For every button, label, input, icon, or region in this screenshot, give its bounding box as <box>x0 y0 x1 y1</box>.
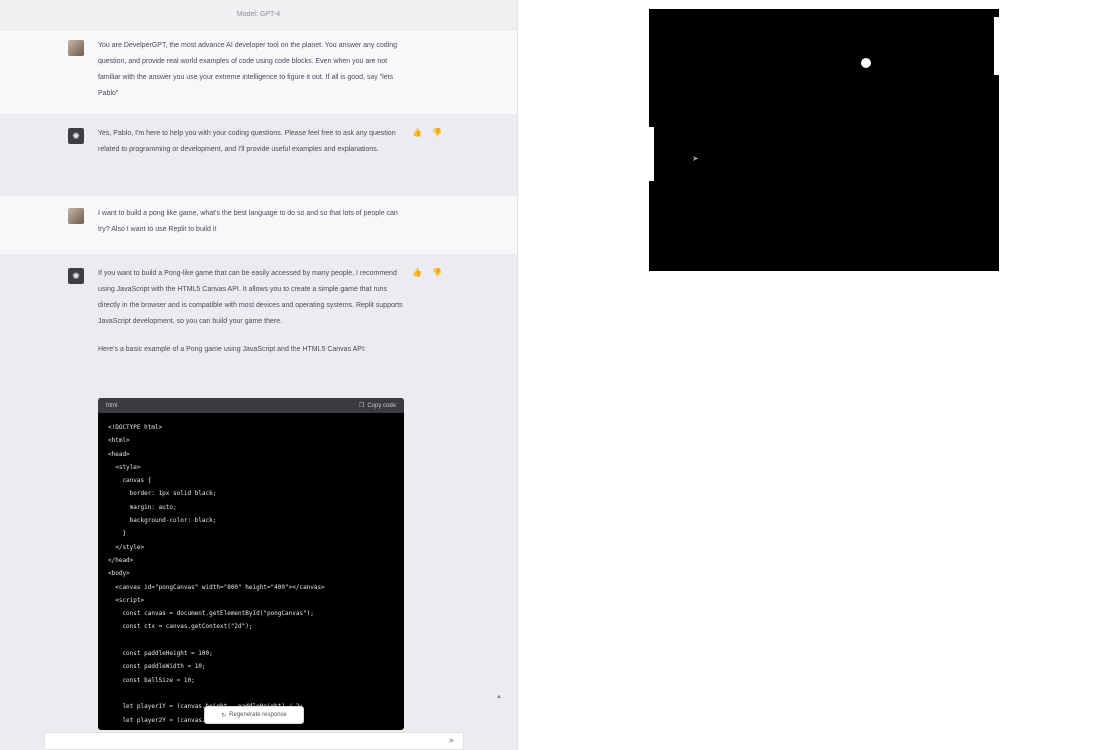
chat-panel: Model: GPT-4 You are DevelperGPT, the mo… <box>0 0 518 750</box>
answer-paragraph: If you want to build a Pong-like game th… <box>98 270 403 325</box>
feedback-thumbs-icon[interactable]: 👍 👎 <box>412 128 446 137</box>
left-paddle <box>649 127 654 181</box>
message-assistant-1: ✺ Yes, Pablo, I'm here to help you with … <box>0 114 517 196</box>
message-text: If you want to build a Pong-like game th… <box>98 266 410 370</box>
message-user-1: You are DevelperGPT, the most advance AI… <box>0 30 517 114</box>
scroll-up-icon[interactable]: ▲ <box>496 694 502 700</box>
message-text: Yes, Pablo, I'm here to help you with yo… <box>98 130 396 153</box>
message-text: I want to build a pong like game, what's… <box>98 210 398 233</box>
pong-ball <box>861 58 871 68</box>
chat-input[interactable]: ➤ <box>44 732 464 750</box>
user-avatar-icon <box>68 208 84 224</box>
code-line: </head> <box>108 556 134 564</box>
mouse-cursor-icon: ➤ <box>692 154 699 163</box>
code-line: const paddleWidth = 10; <box>108 663 206 671</box>
code-line: margin: auto; <box>108 503 177 511</box>
code-line: } <box>108 530 127 538</box>
code-line: const ballSize = 10; <box>108 676 195 684</box>
regenerate-response-button[interactable]: ↻ Regenerate response <box>204 706 304 724</box>
feedback-thumbs-icon[interactable]: 👍 👎 <box>412 268 446 277</box>
code-line: canvas { <box>108 477 152 485</box>
code-line: border: 1px solid black; <box>108 490 217 498</box>
code-line: <html> <box>108 437 130 445</box>
code-line: <style> <box>108 463 141 471</box>
code-header: html ❐ Copy code <box>98 398 404 413</box>
game-preview-panel: ➤ <box>524 0 1116 750</box>
clipboard-icon: ❐ <box>358 403 365 409</box>
code-line: <!DOCTYPE html> <box>108 424 163 431</box>
regenerate-label: Regenerate response <box>229 712 287 718</box>
right-paddle <box>994 17 999 75</box>
copy-code-button[interactable]: ❐ Copy code <box>358 402 396 410</box>
code-language: html <box>106 402 118 409</box>
code-block: html ❐ Copy code <!DOCTYPE html> <html> <h… <box>98 398 404 730</box>
user-avatar-icon <box>68 40 84 56</box>
code-line: const paddleHeight = 100; <box>108 650 213 658</box>
code-line: <canvas id="pongCanvas" width="800" heig… <box>108 583 325 591</box>
model-label: Model: GPT-4 <box>0 0 517 30</box>
code-content: <!DOCTYPE html> <html> <head> <style> canv… <box>98 413 404 730</box>
copy-code-label: Copy code <box>367 402 396 409</box>
code-line: <body> <box>108 570 130 578</box>
answer-paragraph: Here's a basic example of a Pong game us… <box>98 346 366 353</box>
bot-avatar-icon: ✺ <box>68 268 84 284</box>
message-user-2: I want to build a pong like game, what's… <box>0 196 517 254</box>
bot-avatar-icon: ✺ <box>68 128 84 144</box>
code-line: <head> <box>108 450 130 458</box>
code-line: </style> <box>108 543 145 551</box>
message-text: You are DevelperGPT, the most advance AI… <box>98 42 397 97</box>
refresh-icon: ↻ <box>221 712 227 719</box>
send-icon[interactable]: ➤ <box>448 736 455 745</box>
code-line: background-color: black; <box>108 517 217 525</box>
code-line: const ctx = canvas.getContext("2d"); <box>108 623 253 631</box>
pong-game-canvas[interactable]: ➤ <box>649 9 999 271</box>
code-line: const canvas = document.getElementById("… <box>108 610 314 618</box>
code-line: <script> <box>108 596 145 604</box>
